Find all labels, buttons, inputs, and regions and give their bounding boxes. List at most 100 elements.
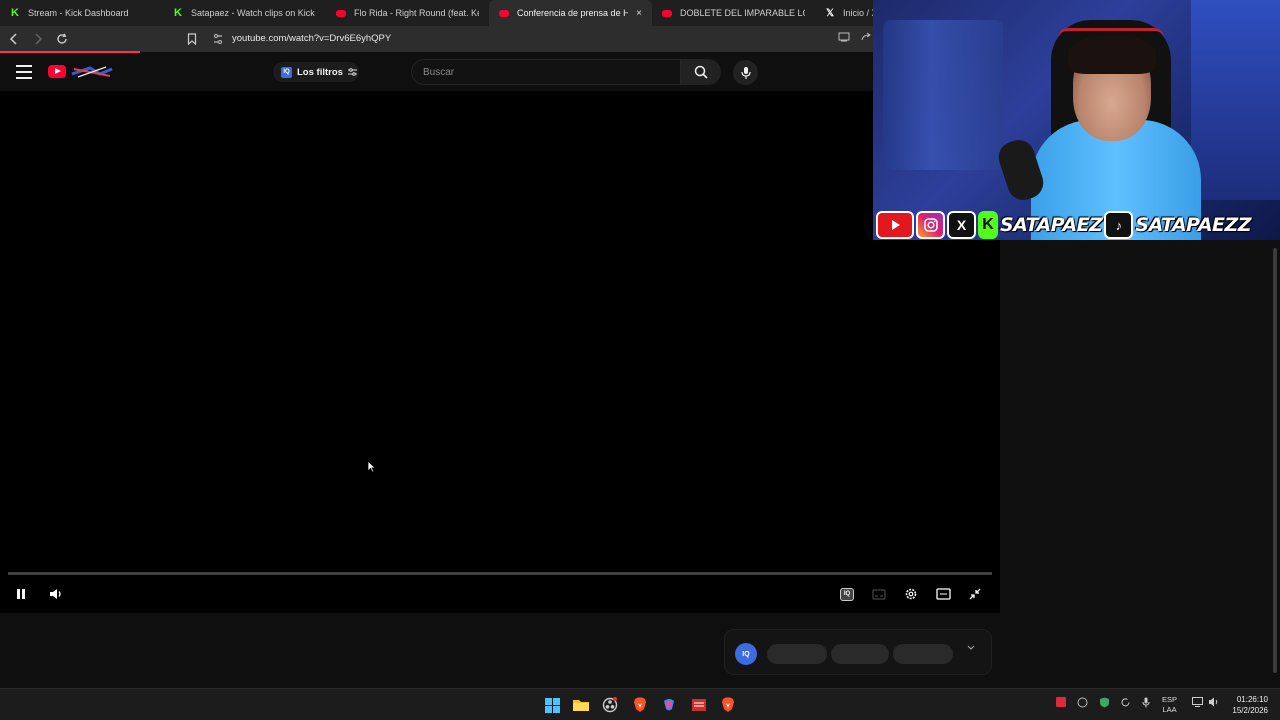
iq-icon: IQ [840,587,854,601]
ai-summary-panel[interactable]: IQ [724,629,992,675]
youtube-icon [662,9,672,17]
screen: K Stream - Kick Dashboard K Satapaez - W… [0,0,1280,720]
iq-player-button[interactable]: IQ [836,584,858,604]
tray-obs-icon[interactable] [1077,697,1088,710]
windows-logo-icon [544,697,560,713]
youtube-icon [499,9,509,17]
tab-title: Flo Rida - Right Round (feat. Ke$ha) [354,8,479,18]
close-icon[interactable]: × [636,8,642,19]
tiktok-icon: ♪ [1104,211,1134,239]
tray-app-icon[interactable] [1056,697,1066,709]
sliders-icon [347,68,357,76]
tab-conferencia[interactable]: Conferencia de prensa de Hugo × [489,0,652,26]
kick-icon: K [174,7,182,19]
search-icon [694,65,708,79]
forward-button[interactable] [28,29,48,49]
share-icon[interactable] [860,32,872,45]
file-explorer-icon[interactable] [571,695,591,715]
brave-icon[interactable] [630,695,650,715]
microphone-icon [740,66,751,79]
social-handles-bar: X K SATAPAEZ ♪ SATAPAEZZ [876,210,1252,240]
youtube-icon [876,211,914,239]
reload-icon [57,33,67,44]
windows-taskbar: ESP LAA 01:26:10 15/2/2026 [0,688,1280,720]
tray-sync-icon[interactable] [1120,697,1131,710]
youtube-doodle[interactable] [70,64,114,80]
filters-chip[interactable]: IQ Los filtros [273,62,359,82]
theater-mode-button[interactable] [932,584,954,604]
x-icon: X [947,211,976,239]
voicemeeter-icon[interactable] [689,695,709,715]
theater-icon [935,588,951,600]
webcam-overlay: X K SATAPAEZ ♪ SATAPAEZZ [873,0,1280,240]
kick-handle: SATAPAEZ [1000,214,1103,236]
x-icon: 𝕏 [825,7,835,19]
forward-arrow-icon [35,33,43,45]
captions-icon [872,589,886,599]
tab-title: Satapaez - Watch clips on Kick [191,8,315,18]
menu-icon[interactable] [16,65,32,79]
search-input[interactable]: Buscar [411,59,681,85]
tray-mic-icon[interactable] [1142,697,1150,710]
tab-flo-rida[interactable]: Flo Rida - Right Round (feat. Ke$ha) [326,0,489,26]
exit-fullscreen-icon [969,588,981,600]
tab-title: Conferencia de prensa de Hugo [517,8,629,18]
voice-search-button[interactable] [733,60,758,85]
loading-pill [831,644,889,664]
language-code: ESP [1162,695,1178,704]
pause-icon [17,589,25,599]
loading-pill [893,644,953,664]
clock-date: 15/2/2026 [1232,706,1268,715]
instagram-icon [916,211,945,239]
network-icon[interactable] [1192,697,1203,709]
tray-shield-icon[interactable] [1099,697,1110,710]
youtube-icon [336,9,346,17]
copilot-icon[interactable] [659,695,679,715]
scrollbar-thumb[interactable] [1273,248,1277,673]
back-arrow-icon [9,33,17,45]
mouse-cursor-icon [367,460,376,473]
progress-bar[interactable] [8,572,992,575]
page-scrollbar[interactable] [1270,240,1280,688]
tab-title: Stream - Kick Dashboard [28,8,129,18]
url-field[interactable]: youtube.com/watch?v=Drv6E6yhQPY [232,33,391,44]
bookmark-icon [187,33,197,45]
obs-icon[interactable] [600,695,620,715]
system-clock[interactable]: 01:26:10 15/2/2026 [1226,694,1268,716]
pause-button[interactable] [10,584,32,604]
iq-icon: IQ [735,643,757,665]
settings-button[interactable] [900,584,922,604]
youtube-logo[interactable] [48,65,66,78]
volume-icon [50,589,61,599]
below-player-area: IQ [0,613,1270,688]
speaker-icon[interactable] [1208,697,1219,709]
keyboard-layout: LAA [1162,705,1177,714]
gear-icon [905,588,917,600]
filters-label: Los filtros [297,66,343,78]
search-button[interactable] [681,59,721,85]
loading-pill [767,644,827,664]
bookmark-button[interactable] [184,31,200,47]
tab-title: DOBLETE DEL IMPARABLE LOCO DÍA [680,8,805,18]
tab-doblete[interactable]: DOBLETE DEL IMPARABLE LOCO DÍA [652,0,815,26]
fullscreen-button[interactable] [964,584,986,604]
tiktok-handle: SATAPAEZZ [1135,214,1252,236]
start-button[interactable] [542,695,562,715]
cast-icon[interactable] [838,32,850,45]
site-settings-icon[interactable] [212,33,224,45]
chevron-down-icon[interactable] [967,645,975,651]
captions-button[interactable] [868,584,890,604]
tab-kick-clips[interactable]: K Satapaez - Watch clips on Kick [163,0,326,26]
video-player[interactable]: IQ [0,91,1000,613]
background-flag [1191,0,1280,200]
tab-kick-dashboard[interactable]: K Stream - Kick Dashboard [0,0,163,26]
back-button[interactable] [4,29,24,49]
brave-active-icon[interactable] [718,695,738,715]
volume-button[interactable] [45,584,67,604]
kick-icon: K [978,211,998,239]
kick-icon: K [11,7,19,19]
reload-button[interactable] [52,29,72,49]
clock-time: 01:26:10 [1236,695,1268,704]
streamer-hair [1068,36,1156,74]
language-indicator[interactable]: ESP LAA [1162,695,1177,715]
